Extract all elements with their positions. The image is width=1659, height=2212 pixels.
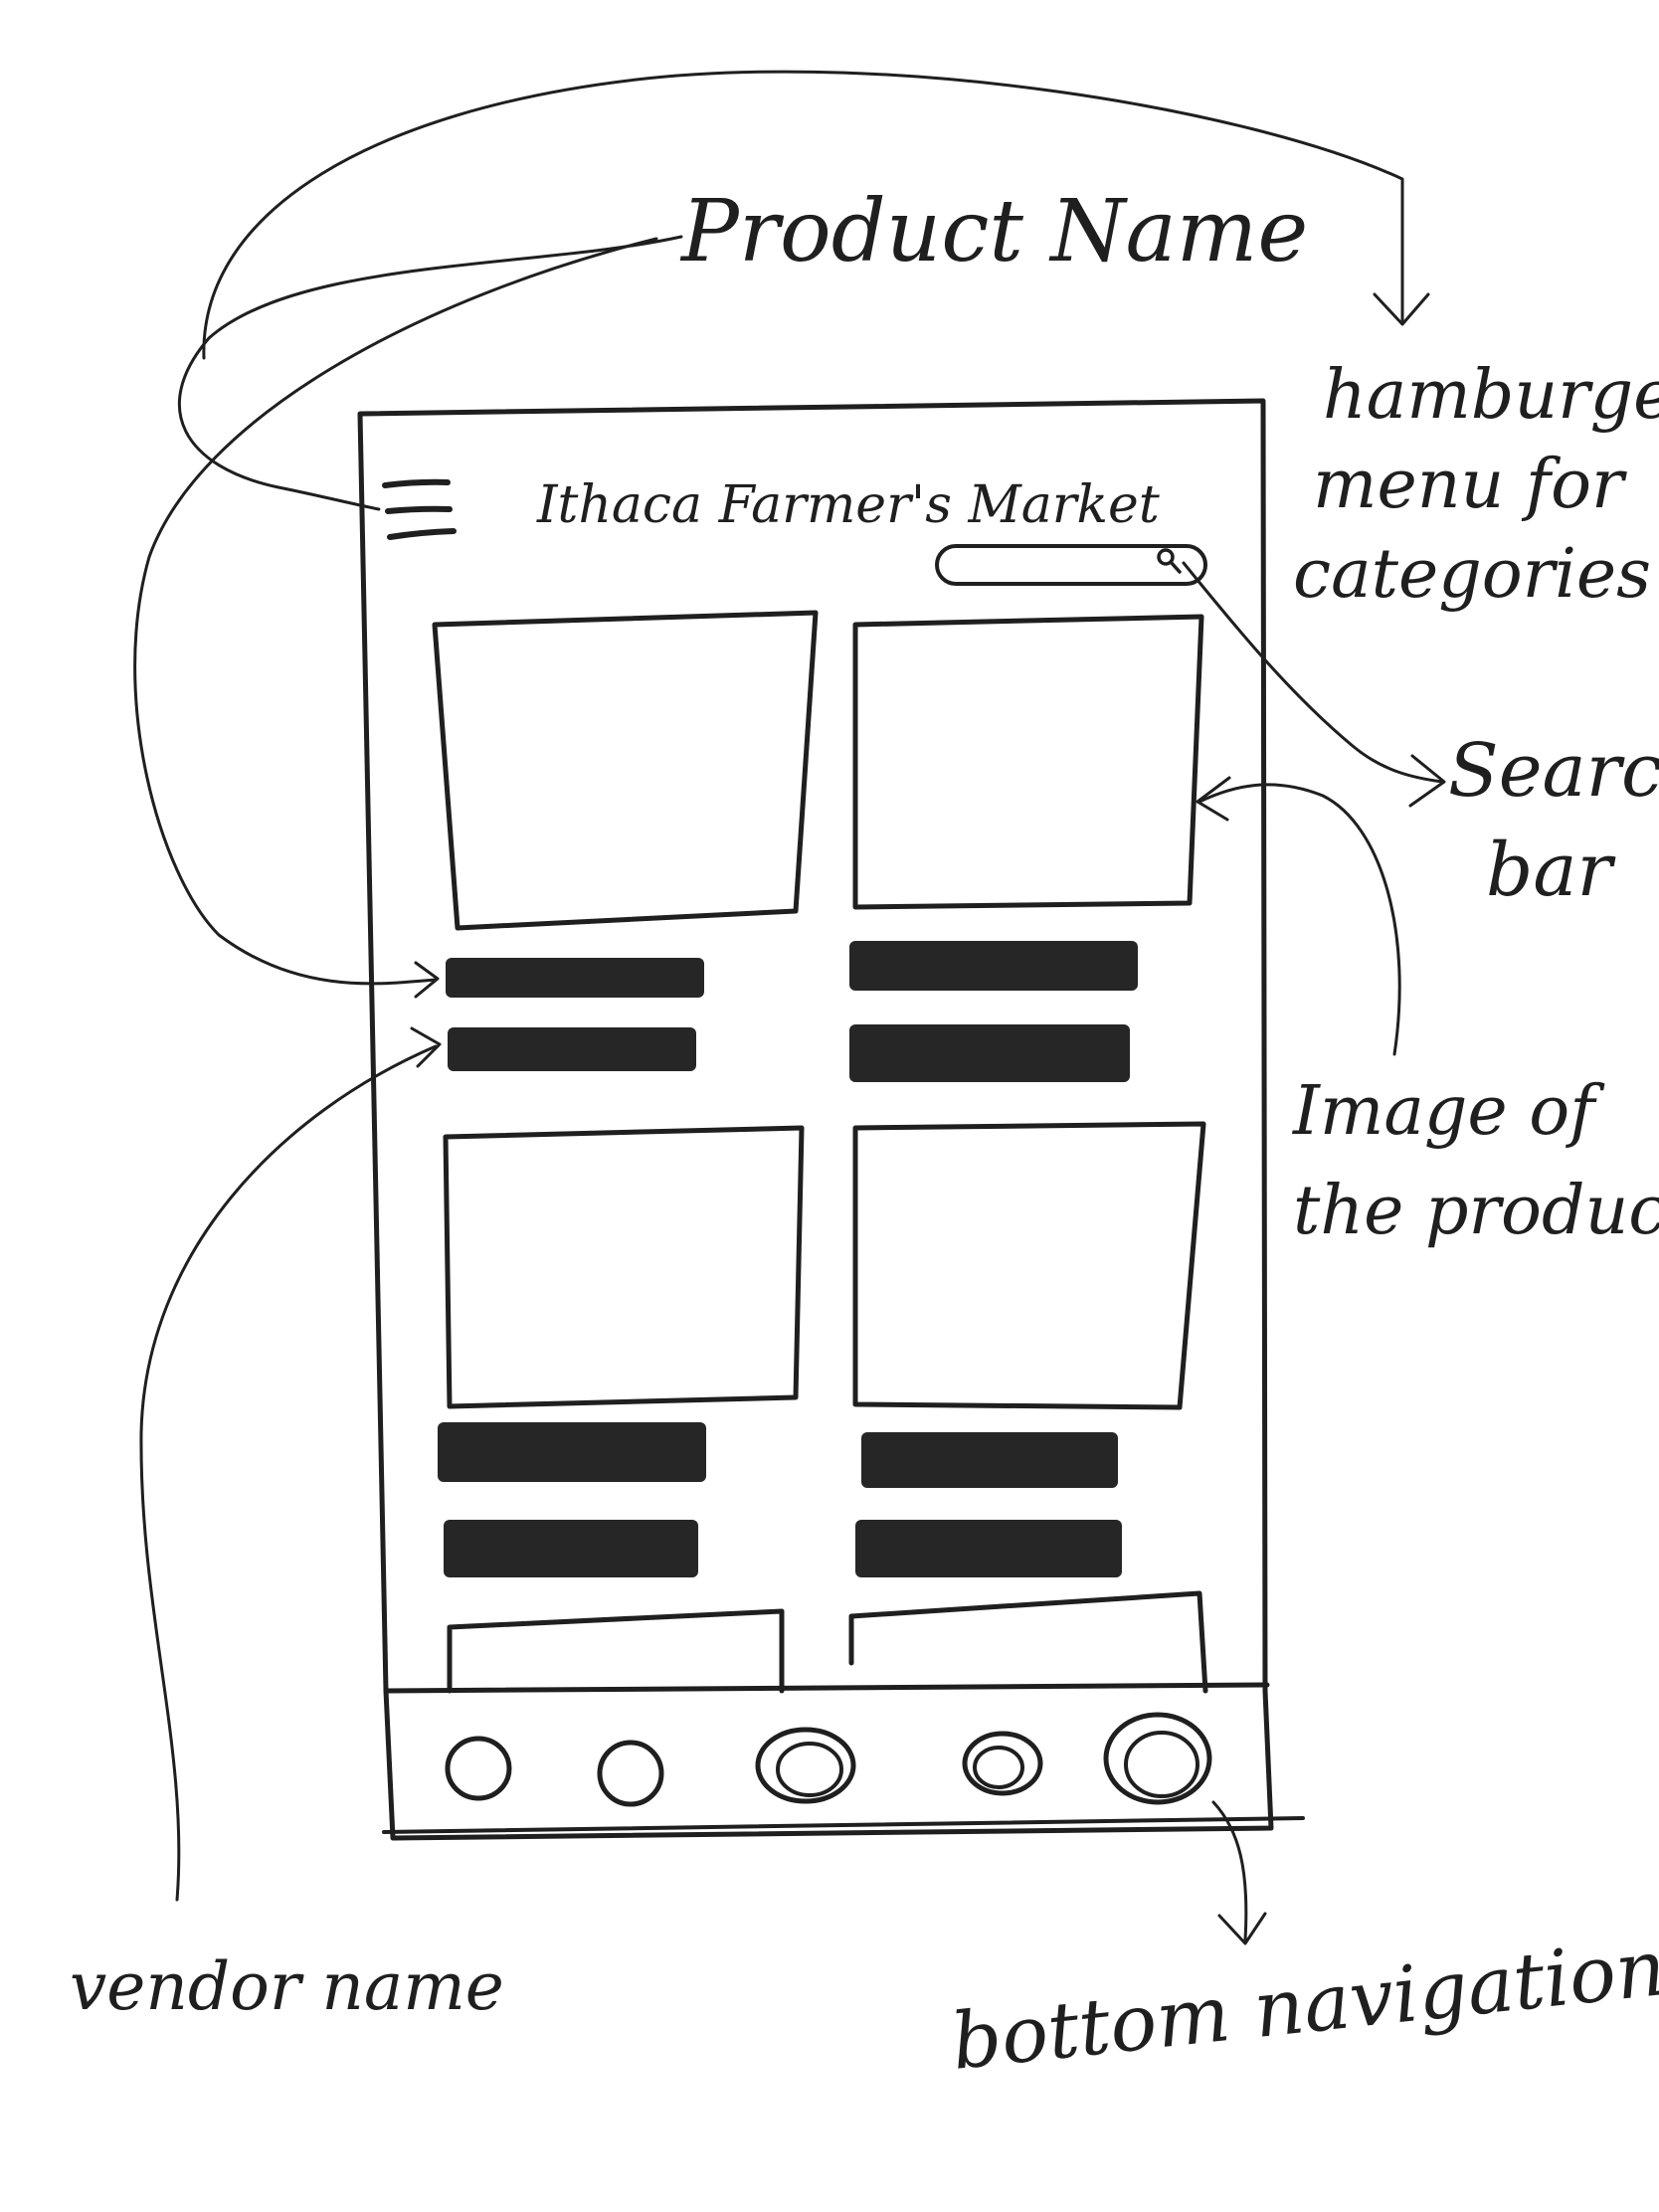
app-title: Ithaca Farmer's Market [536,475,1160,535]
nav-item-4[interactable] [962,1731,1043,1796]
product-grid [432,610,1208,1694]
product-image [432,610,819,931]
product-image [447,1608,785,1694]
vendor-name-bar [444,1520,698,1577]
product-name-bar [446,958,704,998]
arrow-to-name-bar [133,237,658,986]
arrow-product-image [1198,783,1401,1056]
annotation-line: Image of [1291,1072,1605,1151]
vendor-name-bar [855,1520,1122,1577]
vendor-name-bar [849,1024,1130,1082]
hamburger-icon[interactable] [382,478,457,540]
search-icon [1157,548,1182,574]
arrow-product-name [177,235,683,511]
arrowhead [410,1026,442,1068]
annotation-product-image: Image of the product [1291,1072,1659,1250]
product-card[interactable] [852,1121,1206,1577]
product-image [852,1121,1206,1410]
product-name-bar [849,941,1138,991]
product-image [852,614,1204,910]
bottom-navigation [382,1682,1305,1834]
product-name-bar [438,1422,706,1482]
nav-item-3[interactable] [755,1727,856,1804]
product-card[interactable] [849,614,1204,1082]
arrowhead [1196,776,1231,822]
annotation-product-name: Product Name [679,182,1308,281]
nav-item-5[interactable] [1103,1712,1212,1805]
annotation-vendor-name: vendor name [70,1948,504,2025]
annotation-line: the product [1293,1172,1659,1250]
product-card[interactable] [432,610,819,1071]
product-name-bar [861,1432,1118,1488]
arrow-bottom-navigation [1211,1800,1248,1941]
annotation-search-bar: Search bar [1448,728,1659,913]
annotation-line: bar [1486,828,1616,913]
product-image [443,1125,805,1409]
vendor-name-bar [448,1027,696,1071]
nav-item-2[interactable] [597,1740,664,1807]
product-card[interactable] [438,1125,805,1577]
search-bar[interactable] [935,544,1207,586]
annotation-line: menu for [1313,446,1627,524]
annotation-line: hamburger [1323,356,1659,435]
product-card[interactable] [848,1590,1208,1694]
annotation-bottom-navigation: bottom navigation [948,1924,1659,2088]
annotation-line: Search [1448,728,1659,814]
annotation-hamburger-menu: hamburger menu for categories [1293,356,1659,614]
arrowhead [1217,1912,1267,1945]
product-card[interactable] [447,1608,785,1694]
product-image [848,1590,1208,1694]
nav-item-1[interactable] [445,1736,512,1801]
annotation-line: categories [1293,535,1651,614]
wireframe-sketch: Ithaca Farmer's Market Product Name hamb… [70,70,1659,2088]
